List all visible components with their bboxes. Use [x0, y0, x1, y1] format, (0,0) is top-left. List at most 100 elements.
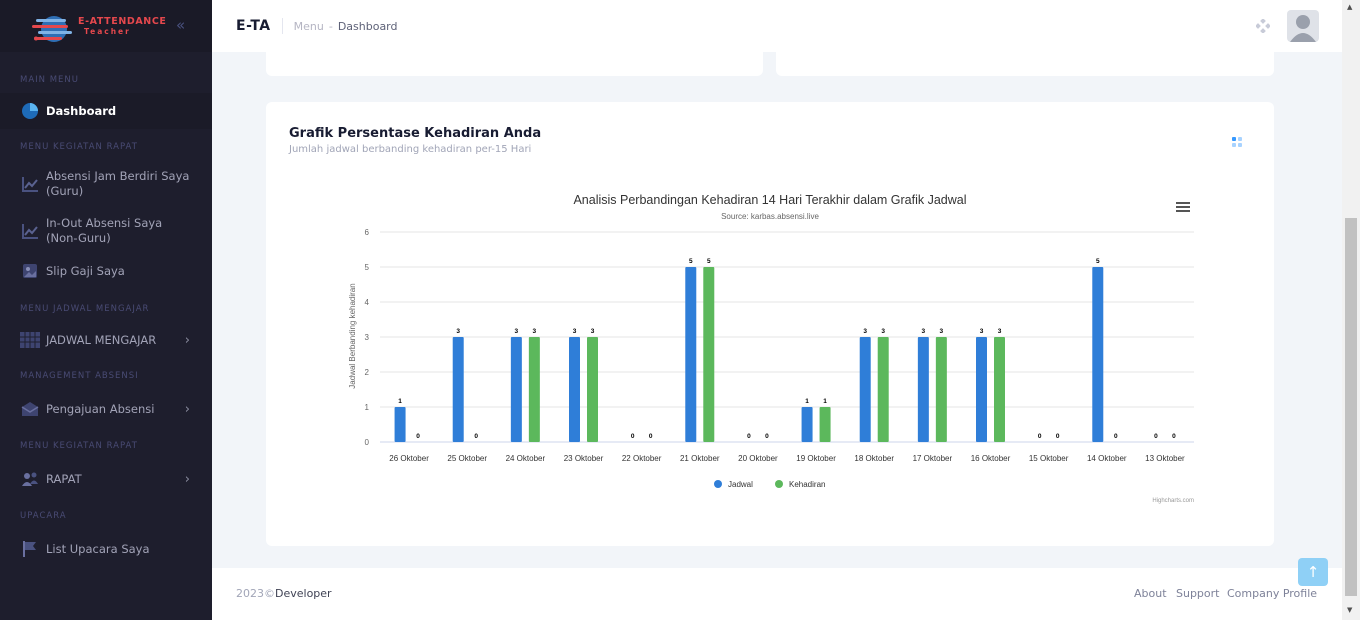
user-silhouette-icon	[1290, 15, 1316, 42]
data-label: 3	[940, 328, 944, 335]
y-tick-label: 1	[365, 403, 370, 412]
x-tick-label: 15 Oktober	[1029, 454, 1069, 463]
envelope-icon	[21, 402, 39, 416]
sidebar-brand: E-ATTENDANCE Teacher «	[0, 0, 212, 52]
bar	[703, 267, 715, 442]
x-tick-label: 22 Oktober	[622, 454, 662, 463]
x-tick-label: 26 Oktober	[389, 454, 429, 463]
x-tick-label: 25 Oktober	[447, 454, 487, 463]
legend-label: Jadwal	[728, 480, 753, 489]
x-tick-label: 20 Oktober	[738, 454, 778, 463]
sidebar-item-inout-absensi[interactable]: In-Out Absensi Saya (Non-Guru)	[0, 214, 212, 248]
sidebar-item-dashboard[interactable]: Dashboard	[0, 93, 212, 129]
legend-marker	[775, 480, 783, 488]
sidebar-item-label: List Upacara Saya	[46, 541, 150, 556]
sidebar-item-label: RAPAT	[46, 471, 82, 486]
sidebar-item-slip-gaji[interactable]: Slip Gaji Saya	[0, 261, 212, 281]
bar	[587, 337, 598, 442]
sidebar-item-rapat[interactable]: RAPAT ›	[0, 468, 212, 490]
sidebar-item-label: Absensi Jam Berdiri Saya	[46, 169, 190, 183]
scroll-down-arrow-icon[interactable]: ▼	[1347, 606, 1352, 614]
sidebar-collapse-icon[interactable]: «	[176, 17, 185, 33]
bar	[994, 337, 1005, 442]
pie-chart-icon	[22, 103, 38, 119]
data-label: 0	[1056, 433, 1060, 440]
x-tick-label: 21 Oktober	[680, 454, 720, 463]
data-label: 1	[398, 398, 402, 405]
data-label: 0	[631, 433, 635, 440]
header-brand: E-TA	[236, 18, 271, 34]
data-label: 1	[805, 398, 809, 405]
logo-text-line1: E-ATTENDANCE	[78, 16, 167, 27]
sidebar-item-jadwal-mengajar[interactable]: JADWAL MENGAJAR ›	[0, 329, 212, 351]
bar	[859, 337, 871, 442]
bar	[452, 337, 464, 442]
bar	[685, 267, 697, 442]
scroll-up-arrow-icon[interactable]: ▲	[1347, 3, 1352, 11]
apps-grid-icon[interactable]	[1256, 19, 1270, 33]
data-label: 3	[533, 328, 537, 335]
chart-legend[interactable]: Jadwal Kehadiran	[714, 480, 825, 489]
data-label: 3	[515, 328, 519, 335]
chart-grid: 0 1 2 3 4 5 6	[365, 228, 1194, 447]
sidebar-item-absensi-guru[interactable]: Absensi Jam Berdiri Saya (Guru)	[0, 167, 212, 201]
chevron-right-icon: ›	[184, 401, 190, 417]
sidebar-item-label-group: Absensi Jam Berdiri Saya (Guru)	[46, 169, 189, 199]
page-scrollbar[interactable]: ▲ ▼	[1342, 0, 1360, 620]
chevron-right-icon: ›	[184, 332, 190, 348]
data-label: 3	[863, 328, 867, 335]
data-label: 0	[747, 433, 751, 440]
user-avatar[interactable]	[1287, 10, 1319, 42]
y-tick-label: 0	[365, 438, 370, 447]
sidebar-item-label: Dashboard	[46, 103, 117, 118]
bar	[935, 337, 947, 442]
data-label: 0	[416, 433, 420, 440]
sidebar: E-ATTENDANCE Teacher « MAIN MENU Dashboa…	[0, 0, 212, 620]
app-logo[interactable]: E-ATTENDANCE Teacher	[32, 8, 166, 44]
footer-link-support[interactable]: Support	[1176, 587, 1219, 600]
data-label: 3	[591, 328, 595, 335]
footer-link-company-profile[interactable]: Company Profile	[1227, 587, 1317, 600]
data-label: 0	[765, 433, 769, 440]
chart-title: Analisis Perbandingan Kehadiran 14 Hari …	[573, 193, 966, 207]
footer-link-about[interactable]: About	[1134, 587, 1167, 600]
footer-developer-link[interactable]: Developer	[275, 587, 332, 600]
breadcrumb-menu[interactable]: Menu	[294, 20, 324, 33]
legend-label: Kehadiran	[789, 480, 825, 489]
legend-marker	[714, 480, 722, 488]
data-label: 3	[980, 328, 984, 335]
bar	[917, 337, 929, 442]
data-label: 0	[1114, 433, 1118, 440]
summary-card-left	[266, 52, 763, 76]
sidebar-item-label-sub: (Guru)	[46, 184, 84, 198]
scrollbar-thumb[interactable]	[1345, 218, 1357, 596]
section-jadwal-mengajar: MENU JADWAL MENGAJAR	[20, 304, 150, 314]
x-tick-label: 13 Oktober	[1145, 454, 1185, 463]
x-tick-label: 17 Oktober	[913, 454, 953, 463]
chart-credits[interactable]: Highcharts.com	[1152, 498, 1194, 504]
line-chart-icon	[22, 224, 38, 239]
sidebar-item-pengajuan-absensi[interactable]: Pengajuan Absensi ›	[0, 398, 212, 420]
data-label: 0	[1172, 433, 1176, 440]
data-label: 3	[573, 328, 577, 335]
sidebar-item-label: Pengajuan Absensi	[46, 401, 155, 416]
card-title: Grafik Persentase Kehadiran Anda	[289, 126, 542, 141]
card-options-icon[interactable]	[1231, 136, 1243, 148]
sidebar-item-label-sub: (Non-Guru)	[46, 231, 111, 245]
chevron-right-icon: ›	[184, 471, 190, 487]
data-label: 5	[1096, 258, 1100, 265]
data-label: 0	[474, 433, 478, 440]
sidebar-item-list-upacara[interactable]: List Upacara Saya	[0, 538, 212, 560]
bar	[801, 407, 813, 442]
flag-icon	[23, 541, 36, 557]
data-label: 0	[1038, 433, 1042, 440]
breadcrumb-separator: -	[328, 19, 333, 33]
sidebar-item-label: JADWAL MENGAJAR	[46, 332, 157, 347]
y-tick-label: 5	[365, 263, 370, 272]
sidebar-item-label: Slip Gaji Saya	[46, 263, 125, 278]
chart-export-menu-icon[interactable]	[1176, 202, 1190, 212]
scroll-to-top-button[interactable]: ↑	[1298, 558, 1328, 586]
calendar-icon	[20, 332, 40, 348]
data-label: 3	[456, 328, 460, 335]
footer: 2023© Developer About Support Company Pr…	[212, 568, 1342, 620]
